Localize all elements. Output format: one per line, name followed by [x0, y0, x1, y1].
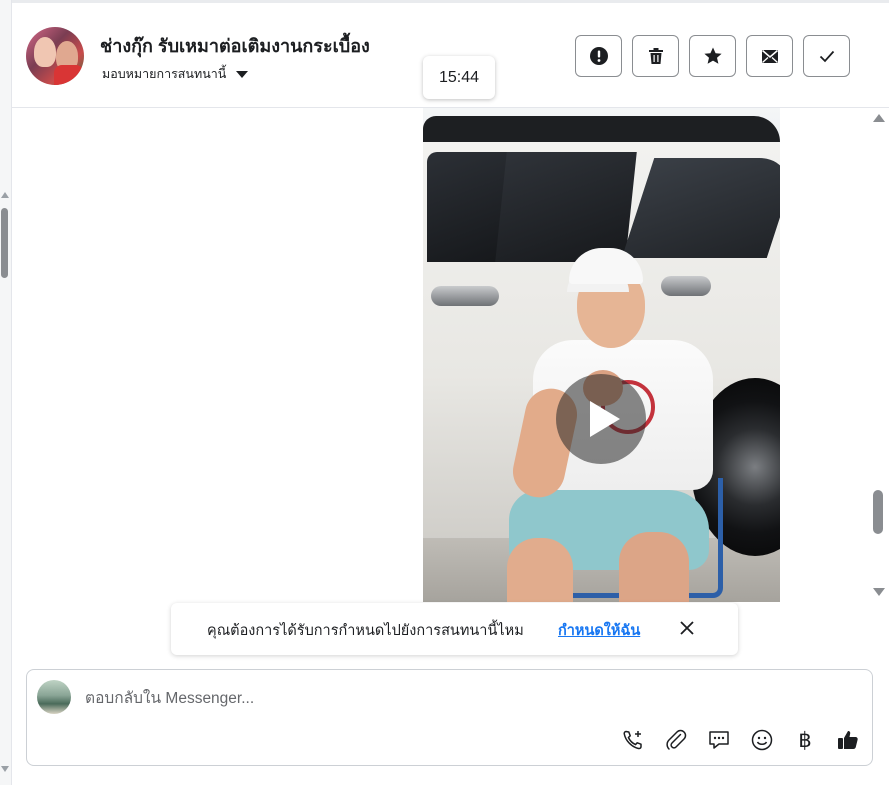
- assign-conversation-dropdown[interactable]: มอบหมายการสนทนานี้: [102, 64, 249, 84]
- check-icon: [819, 50, 834, 63]
- contact-avatar[interactable]: [26, 27, 84, 85]
- emoji-button[interactable]: [748, 726, 776, 754]
- scroll-down-arrow[interactable]: [873, 588, 885, 596]
- star-button[interactable]: [689, 35, 736, 77]
- call-add-icon: [623, 730, 642, 750]
- mark-unread-button[interactable]: [746, 35, 793, 77]
- saved-reply-icon: [709, 731, 729, 749]
- baht-icon: ฿: [798, 728, 812, 752]
- envelope-icon: [761, 49, 778, 63]
- play-icon: [590, 401, 620, 437]
- reply-composer: ฿: [26, 669, 873, 766]
- scroll-thumb[interactable]: [1, 208, 8, 278]
- composer-tools: ฿: [619, 726, 862, 754]
- message-timestamp: 15:44: [423, 56, 495, 99]
- reply-input[interactable]: [85, 688, 805, 710]
- mark-done-button[interactable]: [803, 35, 850, 77]
- message-scrollbar[interactable]: [870, 108, 888, 603]
- payment-button[interactable]: ฿: [791, 726, 819, 754]
- saved-reply-button[interactable]: [705, 726, 733, 754]
- attach-button[interactable]: [662, 726, 690, 754]
- play-button[interactable]: [556, 374, 646, 464]
- trash-icon: [648, 48, 663, 64]
- messenger-conversation-panel: ช่างกุ๊ก รับเหมาต่อเติมงานกระเบื้อง มอบห…: [0, 0, 895, 785]
- scroll-up-arrow[interactable]: [1, 192, 9, 198]
- assign-to-me-link[interactable]: กำหนดให้ฉัน: [558, 619, 640, 642]
- thumbs-up-icon: [838, 731, 858, 749]
- video-attachment[interactable]: [423, 108, 780, 602]
- star-icon: [703, 47, 722, 64]
- alert-icon: [589, 47, 608, 65]
- header-actions: [575, 35, 850, 77]
- emoji-icon: [751, 729, 773, 751]
- assign-label: มอบหมายการสนทนานี้: [102, 67, 227, 81]
- scroll-thumb[interactable]: [873, 490, 883, 534]
- mark-spam-button[interactable]: [575, 35, 622, 77]
- caret-down-icon: [236, 70, 249, 78]
- delete-button[interactable]: [632, 35, 679, 77]
- like-button[interactable]: [834, 726, 862, 754]
- assign-prompt-text: คุณต้องการได้รับการกำหนดไปยังการสนทนานี้…: [207, 623, 524, 639]
- call-add-button[interactable]: [619, 726, 647, 754]
- paperclip-icon: [666, 729, 687, 750]
- assign-prompt-banner: คุณต้องการได้รับการกำหนดไปยังการสนทนานี้…: [171, 603, 738, 655]
- contact-name[interactable]: ช่างกุ๊ก รับเหมาต่อเติมงานกระเบื้อง: [100, 31, 370, 60]
- scroll-down-arrow[interactable]: [1, 766, 9, 772]
- left-scrollbar[interactable]: [0, 0, 12, 785]
- close-icon[interactable]: [676, 617, 698, 639]
- page-avatar: [37, 680, 71, 714]
- scroll-up-arrow[interactable]: [873, 114, 885, 122]
